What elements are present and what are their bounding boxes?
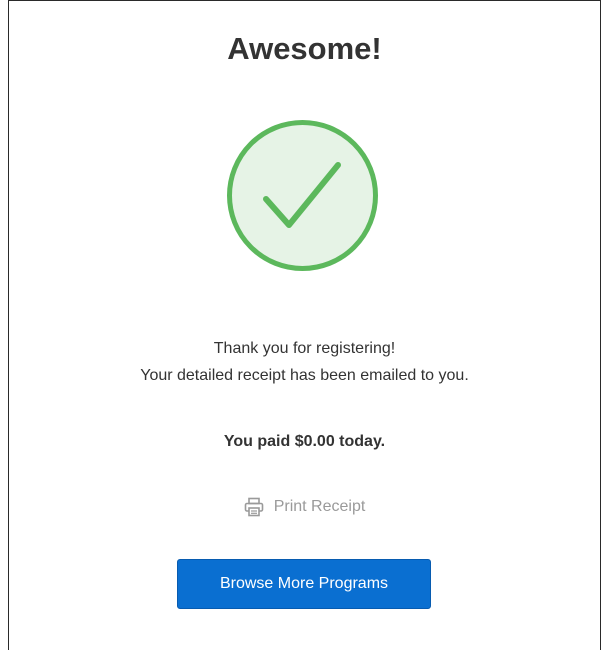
payment-summary: You paid $0.00 today. <box>223 433 386 450</box>
confirmation-card: Awesome! Thank you for registering! Your… <box>8 0 601 650</box>
page-title: Awesome! <box>227 31 382 66</box>
print-receipt-link[interactable]: Print Receipt <box>9 497 600 517</box>
thank-you-text: Thank you for registering! <box>213 340 396 357</box>
confirmation-message: Thank you for registering! Your detailed… <box>9 335 600 389</box>
receipt-emailed-text: Your detailed receipt has been emailed t… <box>140 367 469 384</box>
printer-icon <box>244 497 264 517</box>
check-circle-icon <box>227 120 378 271</box>
print-receipt-label: Print Receipt <box>273 498 366 515</box>
browse-more-programs-button[interactable]: Browse More Programs <box>177 559 431 609</box>
